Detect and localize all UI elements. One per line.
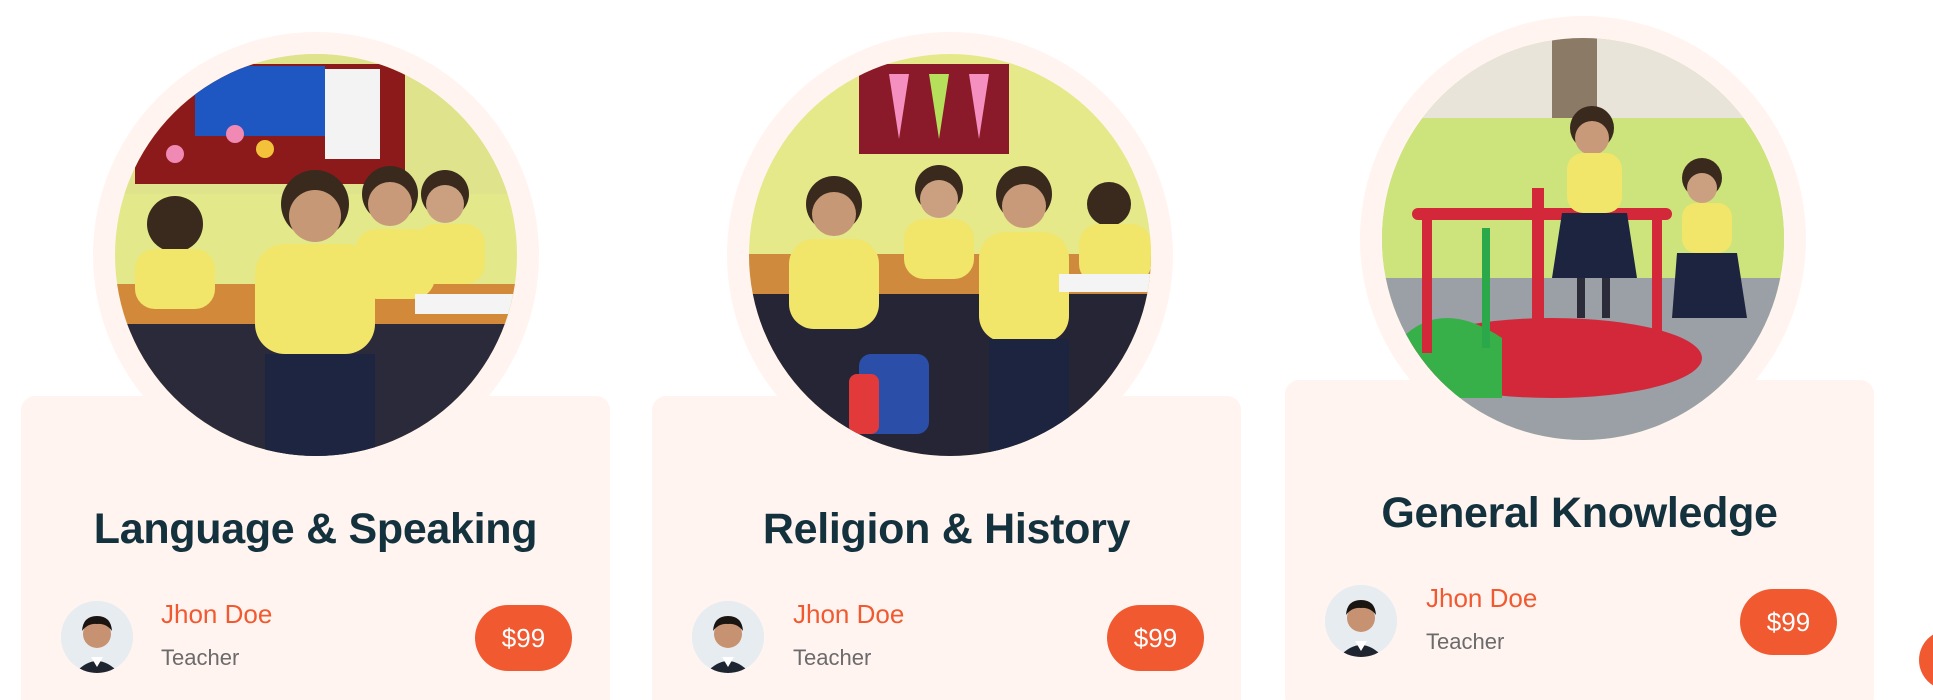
price-button[interactable]: $99 [1740, 589, 1837, 655]
price-button[interactable]: $99 [475, 605, 572, 671]
teacher-name[interactable]: Jhon Doe [1426, 583, 1537, 614]
course-image-frame [1360, 16, 1806, 462]
teacher-role: Teacher [1426, 629, 1505, 654]
course-title[interactable]: Language & Speaking [21, 505, 610, 554]
course-image[interactable] [115, 54, 517, 456]
course-title[interactable]: Religion & History [652, 505, 1241, 554]
course-carousel: Language & Speaking Jhon Doe Teacher $99 [0, 0, 1933, 700]
teacher-name[interactable]: Jhon Doe [161, 599, 272, 630]
teacher-name[interactable]: Jhon Doe [793, 599, 904, 630]
carousel-next-button[interactable] [1919, 630, 1933, 690]
course-image[interactable] [1382, 38, 1784, 440]
teacher-role: Teacher [793, 645, 872, 670]
course-image-frame [93, 32, 539, 478]
course-image-frame [727, 32, 1173, 478]
course-image[interactable] [749, 54, 1151, 456]
teacher-role: Teacher [161, 645, 240, 670]
price-button[interactable]: $99 [1107, 605, 1204, 671]
course-title[interactable]: General Knowledge [1285, 489, 1874, 538]
teacher-avatar [61, 601, 133, 673]
teacher-avatar [692, 601, 764, 673]
teacher-avatar [1325, 585, 1397, 657]
